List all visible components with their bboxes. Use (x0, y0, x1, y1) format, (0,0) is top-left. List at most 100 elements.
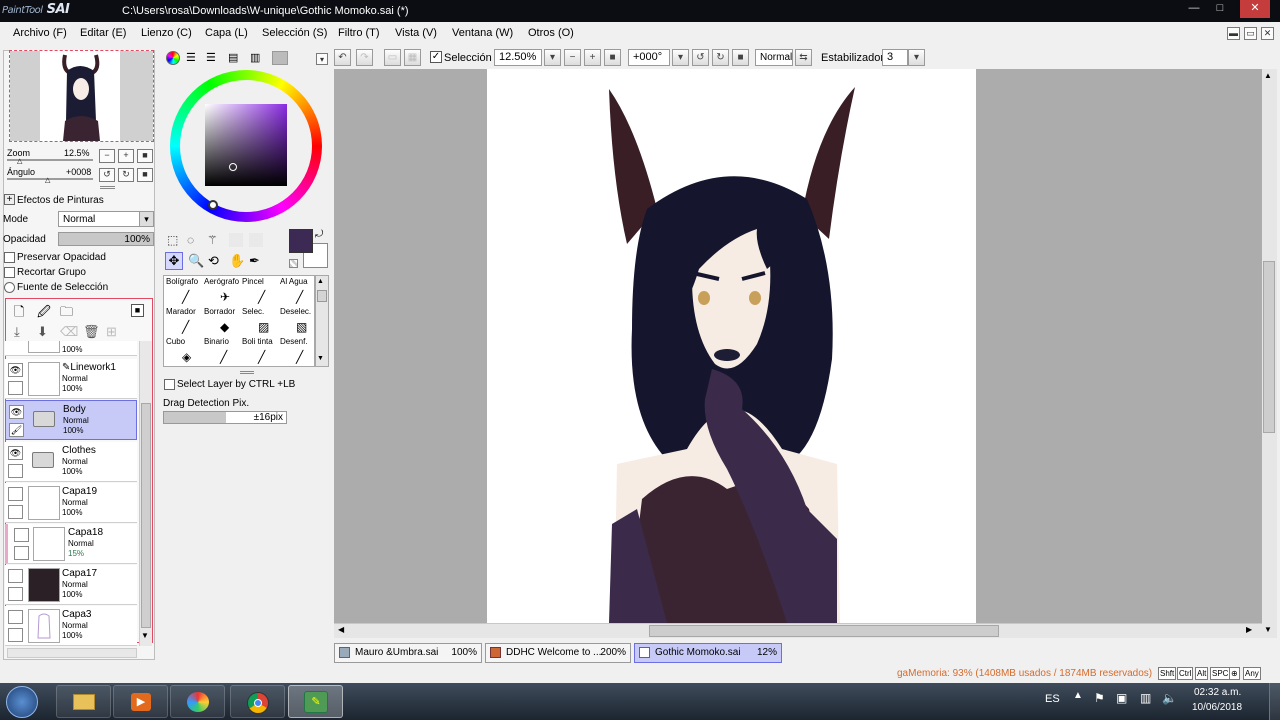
new-layer-icon[interactable]: 🗋 (14, 303, 24, 325)
menu-view[interactable]: Vista (V) (395, 27, 437, 39)
flip-button[interactable]: ⇆ (795, 49, 812, 66)
merge-down-icon[interactable]: ⬇ (37, 324, 48, 340)
canvas-hscrollbar[interactable]: ◀ ▶ (334, 623, 1262, 638)
rotation-value[interactable]: +000° (628, 49, 670, 66)
brush-target-icon[interactable]: 🖌 (9, 423, 24, 437)
flag-icon[interactable]: ⚑ (1094, 691, 1105, 705)
delete-layer-icon[interactable]: 🗑 (83, 324, 100, 340)
layer-row-partial[interactable]: 100% (5, 341, 137, 356)
zoom-value[interactable]: 12.50% (494, 49, 542, 66)
rgb-sliders-tab-icon[interactable]: ☰ (186, 51, 200, 65)
brush-1[interactable]: Bolígrafo ╱ (166, 277, 204, 307)
brush-3[interactable]: Pincel ╱ (242, 277, 280, 307)
zoom-reset-button[interactable]: ■ (604, 49, 621, 66)
blend-mode-value[interactable]: Normal (755, 49, 793, 66)
canvas-paper[interactable] (487, 69, 976, 623)
scroll-down-arrow-icon[interactable]: ▼ (141, 631, 149, 640)
network-icon[interactable]: ▥ (1140, 691, 1151, 705)
magic-wand-tool-icon[interactable]: ⚚ (207, 233, 218, 247)
menu-selection[interactable]: Selección (S) (262, 27, 327, 39)
layer-row-body[interactable]: 👁 🖌 Body Normal 100% (5, 400, 137, 440)
file-tab-ddhc[interactable]: DDHC Welcome to ... 200% (485, 643, 631, 663)
transfer-down-icon[interactable]: ⤓ (14, 324, 20, 340)
taskbar-paint[interactable] (170, 685, 225, 718)
layer-row-clothes[interactable]: 👁 Clothes Normal 100% (5, 442, 137, 482)
brush-8[interactable]: Deselec. ▧ (280, 307, 318, 337)
effects-label[interactable]: Efectos de Pinturas (17, 195, 104, 206)
new-folder-icon[interactable]: 🗀 (60, 303, 73, 325)
brush-7[interactable]: Selec. ▨ (242, 307, 280, 337)
new-linework-layer-icon[interactable]: 🖉 (37, 303, 51, 325)
taskbar-paint-tool-sai[interactable]: ✎ (288, 685, 343, 718)
layer-hscrollbar[interactable] (7, 648, 137, 658)
lasso-tool-icon[interactable]: ◌ (187, 233, 194, 247)
scratchpad-tab-icon[interactable]: ▥ (250, 51, 264, 65)
brush-6[interactable]: Borrador ◆ (204, 307, 242, 337)
layer-lock-box[interactable] (8, 505, 23, 519)
nav-zoom-in-button[interactable]: + (118, 149, 134, 163)
scroll-down-arrow-icon[interactable]: ▼ (1264, 625, 1272, 634)
selection-source-radio[interactable] (4, 282, 15, 293)
select-layer-ctrl-checkbox[interactable] (164, 379, 175, 390)
clip-group-checkbox[interactable] (4, 267, 15, 278)
layer-row-capa3[interactable]: Capa3 Normal 100% (5, 606, 137, 646)
swatches-tab-icon[interactable]: ▤ (228, 51, 242, 65)
clear-layer-icon[interactable]: ⌫ (60, 324, 78, 340)
panel-splitter-grip[interactable] (240, 371, 254, 374)
clock-time[interactable]: 02:32 a.m. (1194, 687, 1241, 698)
visibility-box[interactable] (8, 610, 23, 624)
menu-file[interactable]: Archivo (F) (13, 27, 67, 39)
move-tool-icon[interactable]: ✥ (165, 252, 183, 270)
brush-12[interactable]: Desenf. ╱ (280, 337, 318, 367)
drag-detection-slider[interactable]: ±16pix (163, 411, 287, 424)
nav-rotate-reset-button[interactable]: ■ (137, 168, 153, 182)
mdi-restore-button[interactable]: ▭ (1244, 27, 1257, 40)
file-tab-gothic-momoko[interactable]: Gothic Momoko.sai 12% (634, 643, 782, 663)
close-button[interactable]: ✕ (1240, 0, 1270, 18)
brush-scrollbar-thumb[interactable] (317, 290, 327, 302)
layer-row-capa18[interactable]: Capa18 Normal 15% (5, 524, 137, 564)
rotation-dropdown-button[interactable]: ▾ (672, 49, 689, 66)
menu-layer[interactable]: Capa (L) (205, 27, 248, 39)
nav-zoom-out-button[interactable]: − (99, 149, 115, 163)
effects-expand-icon[interactable]: + (4, 194, 15, 205)
clock-date[interactable]: 10/06/2018 (1192, 702, 1242, 713)
scroll-down-arrow-icon[interactable]: ▼ (317, 355, 324, 362)
layer-row-capa19[interactable]: Capa19 Normal 100% (5, 483, 137, 523)
stabilizer-dropdown-button[interactable]: ▾ (908, 49, 925, 66)
brush-5[interactable]: Marador ╱ (166, 307, 204, 337)
eye-icon[interactable]: 👁 (9, 405, 24, 419)
brush-2[interactable]: Aerógrafo ✈ (204, 277, 242, 307)
mdi-close-button[interactable]: ✕ (1261, 27, 1274, 40)
menu-window[interactable]: Ventana (W) (452, 27, 513, 39)
transparent-color-icon[interactable] (289, 259, 298, 268)
file-tab-mauro-umbra[interactable]: Mauro &Umbra.sai 100% (334, 643, 482, 663)
nav-zoom-slider-handle[interactable]: △ (17, 157, 22, 165)
layer-lock-box[interactable] (8, 587, 23, 601)
zoom-dropdown-button[interactable]: ▾ (544, 49, 561, 66)
language-indicator[interactable]: ES (1045, 693, 1060, 705)
minimize-button[interactable]: — (1182, 0, 1206, 18)
canvas-vscrollbar[interactable]: ▲ ▼ (1262, 69, 1277, 638)
eye-icon[interactable]: 👁 (8, 363, 23, 377)
scroll-left-arrow-icon[interactable]: ◀ (338, 625, 344, 634)
canvas-area[interactable] (334, 69, 1262, 623)
menu-filter[interactable]: Filtro (T) (338, 27, 380, 39)
nav-rotate-right-button[interactable]: ↻ (118, 168, 134, 182)
primary-color-swatch[interactable] (289, 229, 313, 253)
brush-11[interactable]: Boli tinta ╱ (242, 337, 280, 367)
brush-4[interactable]: Al Agua ╱ (280, 277, 318, 307)
rotate-tool-icon[interactable]: ⟲ (208, 253, 219, 269)
saturation-value-square[interactable] (205, 104, 287, 186)
layer-row-linework1[interactable]: 👁 ✎Linework1 Normal 100% (5, 359, 137, 399)
hand-tool-icon[interactable]: ✋ (229, 253, 245, 269)
undo-button[interactable]: ↶ (334, 49, 351, 66)
layer-scrollbar[interactable]: ▼ (139, 341, 152, 646)
panel-splitter-grip[interactable] (100, 186, 115, 189)
eyedropper-tool-icon[interactable]: ✒ (249, 253, 260, 269)
show-desktop-button[interactable] (1269, 683, 1280, 720)
visibility-box[interactable] (8, 569, 23, 583)
mdi-minimize-button[interactable]: ▬ (1227, 27, 1240, 40)
nav-zoom-reset-button[interactable]: ■ (137, 149, 153, 163)
brush-9[interactable]: Cubo ◈ (166, 337, 204, 367)
